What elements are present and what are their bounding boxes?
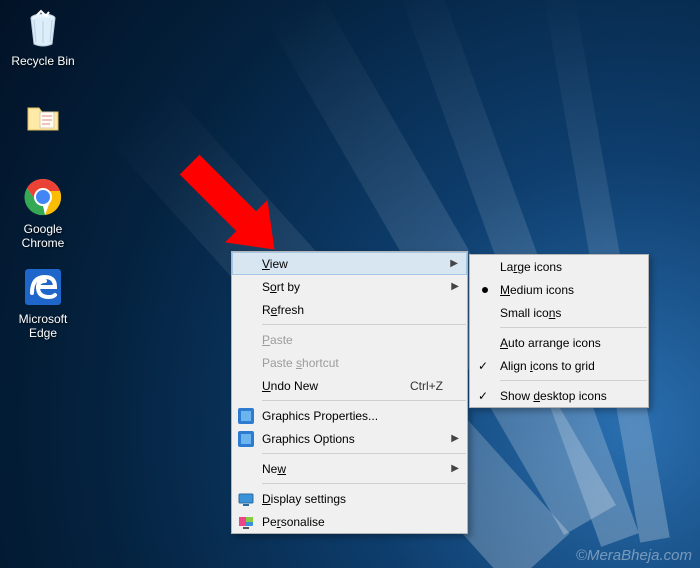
desktop-context-menu: View ▶ Sort by ▶ Refresh Paste Paste sho… <box>231 251 468 534</box>
submenu-item-align-to-grid[interactable]: ✓ Align icons to grid <box>470 354 648 377</box>
chrome-icon <box>22 176 64 218</box>
menu-item-graphics-properties[interactable]: Graphics Properties... <box>232 404 467 427</box>
view-submenu: Large icons Medium icons Small icons Aut… <box>469 254 649 408</box>
menu-item-label: Medium icons <box>500 283 574 297</box>
menu-separator <box>262 400 466 401</box>
intel-graphics-icon <box>238 431 254 447</box>
menu-item-personalise[interactable]: Personalise <box>232 510 467 533</box>
menu-item-label: Auto arrange icons <box>500 336 601 350</box>
menu-separator <box>262 483 466 484</box>
submenu-arrow-icon: ▶ <box>451 281 459 292</box>
intel-graphics-icon <box>238 408 254 424</box>
watermark: ©MeraBheja.com <box>576 547 692 564</box>
recycle-bin-icon <box>22 8 64 50</box>
menu-item-label: New <box>262 462 286 476</box>
submenu-item-auto-arrange[interactable]: Auto arrange icons <box>470 331 648 354</box>
menu-item-paste: Paste <box>232 328 467 351</box>
menu-item-label: Paste <box>262 333 293 347</box>
menu-item-undo-new[interactable]: Undo New Ctrl+Z <box>232 374 467 397</box>
menu-item-label: View <box>262 257 288 271</box>
menu-item-refresh[interactable]: Refresh <box>232 298 467 321</box>
menu-item-new[interactable]: New ▶ <box>232 457 467 480</box>
desktop-icon-label: Recycle Bin <box>5 54 81 68</box>
menu-item-view[interactable]: View ▶ <box>232 252 467 275</box>
menu-item-label: Small icons <box>500 306 561 320</box>
desktop-icon-edge[interactable]: Microsoft Edge <box>5 266 81 340</box>
desktop-icon-recycle-bin[interactable]: Recycle Bin <box>5 8 81 68</box>
menu-item-label: Sort by <box>262 280 300 294</box>
menu-item-label: Paste shortcut <box>262 356 339 370</box>
submenu-arrow-icon: ▶ <box>451 463 459 474</box>
submenu-item-small-icons[interactable]: Small icons <box>470 301 648 324</box>
submenu-arrow-icon: ▶ <box>451 433 459 444</box>
check-icon: ✓ <box>478 359 488 373</box>
submenu-item-medium-icons[interactable]: Medium icons <box>470 278 648 301</box>
menu-item-graphics-options[interactable]: Graphics Options ▶ <box>232 427 467 450</box>
menu-item-label: Personalise <box>262 515 325 529</box>
menu-item-display-settings[interactable]: Display settings <box>232 487 467 510</box>
menu-separator <box>262 324 466 325</box>
menu-item-label: Undo New <box>262 379 318 393</box>
submenu-item-large-icons[interactable]: Large icons <box>470 255 648 278</box>
desktop-icon-label: Google Chrome <box>5 222 81 250</box>
menu-item-label: Refresh <box>262 303 304 317</box>
menu-separator <box>500 327 647 328</box>
menu-item-label: Graphics Options <box>262 432 355 446</box>
desktop-icon-folder[interactable] <box>5 96 81 142</box>
radio-selected-icon <box>482 287 488 293</box>
menu-separator <box>262 453 466 454</box>
menu-shortcut: Ctrl+Z <box>410 379 443 393</box>
personalise-icon <box>238 514 254 530</box>
submenu-item-show-desktop-icons[interactable]: ✓ Show desktop icons <box>470 384 648 407</box>
menu-item-label: Show desktop icons <box>500 389 607 403</box>
desktop-icon-chrome[interactable]: Google Chrome <box>5 176 81 250</box>
menu-item-label: Display settings <box>262 492 346 506</box>
menu-item-sort-by[interactable]: Sort by ▶ <box>232 275 467 298</box>
edge-icon <box>22 266 64 308</box>
menu-item-label: Graphics Properties... <box>262 409 378 423</box>
menu-separator <box>500 380 647 381</box>
submenu-arrow-icon: ▶ <box>450 258 458 269</box>
check-icon: ✓ <box>478 389 488 403</box>
desktop-icon-label: Microsoft Edge <box>5 312 81 340</box>
display-settings-icon <box>238 491 254 507</box>
folder-icon <box>22 96 64 138</box>
menu-item-label: Align icons to grid <box>500 359 595 373</box>
menu-item-label: Large icons <box>500 260 562 274</box>
menu-item-paste-shortcut: Paste shortcut <box>232 351 467 374</box>
